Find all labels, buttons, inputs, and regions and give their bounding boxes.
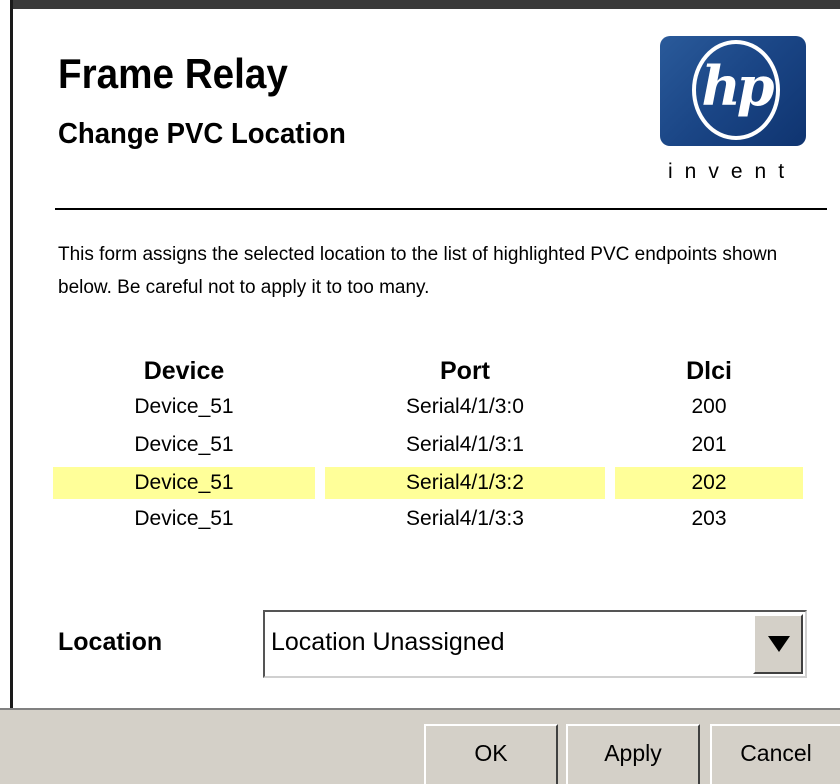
dlci-column: Dlci 200 201 202 203	[615, 356, 803, 535]
hp-logo-tagline: invent	[668, 160, 797, 183]
table-cell-dlci[interactable]: 203	[615, 503, 803, 535]
table-cell-device[interactable]: Device_51	[53, 429, 315, 461]
port-column: Port Serial4/1/3:0 Serial4/1/3:1 Serial4…	[325, 356, 605, 535]
hp-logo-badge: hp	[660, 36, 806, 146]
table-cell-device[interactable]: Device_51	[53, 503, 315, 535]
column-header-port: Port	[440, 357, 490, 385]
column-header-device: Device	[143, 357, 225, 385]
table-cell-device-highlighted[interactable]: Device_51	[53, 467, 315, 499]
table-cell-device[interactable]: Device_51	[53, 391, 315, 423]
table-cell-port[interactable]: Serial4/1/3:3	[325, 503, 605, 535]
device-column: Device Device_51 Device_51 Device_51 Dev…	[53, 356, 315, 535]
location-dropdown-button[interactable]	[753, 614, 803, 674]
apply-button[interactable]: Apply	[566, 724, 700, 784]
window-frame-top	[10, 0, 840, 9]
page-title: Frame Relay	[58, 50, 288, 97]
location-label: Location	[58, 628, 163, 656]
table-cell-port[interactable]: Serial4/1/3:0	[325, 391, 605, 423]
table-cell-dlci[interactable]: 201	[615, 429, 803, 461]
hp-logo: hp invent	[660, 36, 806, 184]
header-divider	[55, 208, 827, 210]
table-cell-dlci-highlighted[interactable]: 202	[615, 467, 803, 499]
table-cell-port-highlighted[interactable]: Serial4/1/3:2	[325, 467, 605, 499]
ok-button[interactable]: OK	[424, 724, 558, 784]
page-subtitle: Change PVC Location	[58, 118, 346, 150]
hp-logo-mark: hp	[701, 54, 774, 118]
location-select-value[interactable]: Location Unassigned	[271, 628, 505, 657]
cancel-button[interactable]: Cancel	[710, 724, 840, 784]
location-select[interactable]: Location Unassigned	[263, 610, 807, 678]
window-frame-left	[10, 0, 13, 708]
form-description: This form assigns the selected location …	[58, 244, 778, 298]
column-header-dlci: Dlci	[686, 357, 732, 385]
chevron-down-icon	[768, 636, 790, 652]
table-cell-dlci[interactable]: 200	[615, 391, 803, 423]
button-bar-separator	[0, 708, 840, 710]
table-cell-port[interactable]: Serial4/1/3:1	[325, 429, 605, 461]
